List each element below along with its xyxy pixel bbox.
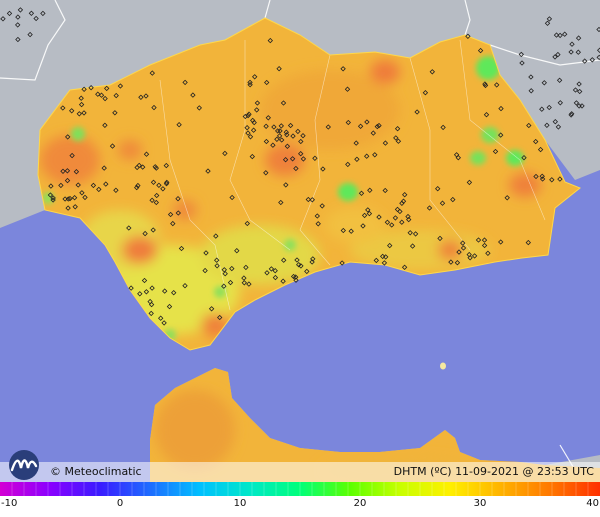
scale-tick-label: 10 [233,498,247,509]
alboran-islet [440,362,446,370]
credit-text: © Meteoclimatic [50,465,142,478]
color-scale-ticks: -10 0 10 20 30 40 [0,497,600,513]
temperature-map [0,0,600,482]
scale-tick-label: 30 [473,498,487,509]
meteoclimatic-logo-icon [9,450,39,480]
scale-tick-label: -10 [1,498,18,509]
color-scale-bar [0,482,600,496]
scale-tick-label: 20 [353,498,367,509]
map-caption: DHTM (ºC) 11-09-2021 @ 23:53 UTC [393,465,594,478]
scale-tick-label: 0 [116,498,124,509]
scale-tick-label: 40 [586,498,599,509]
